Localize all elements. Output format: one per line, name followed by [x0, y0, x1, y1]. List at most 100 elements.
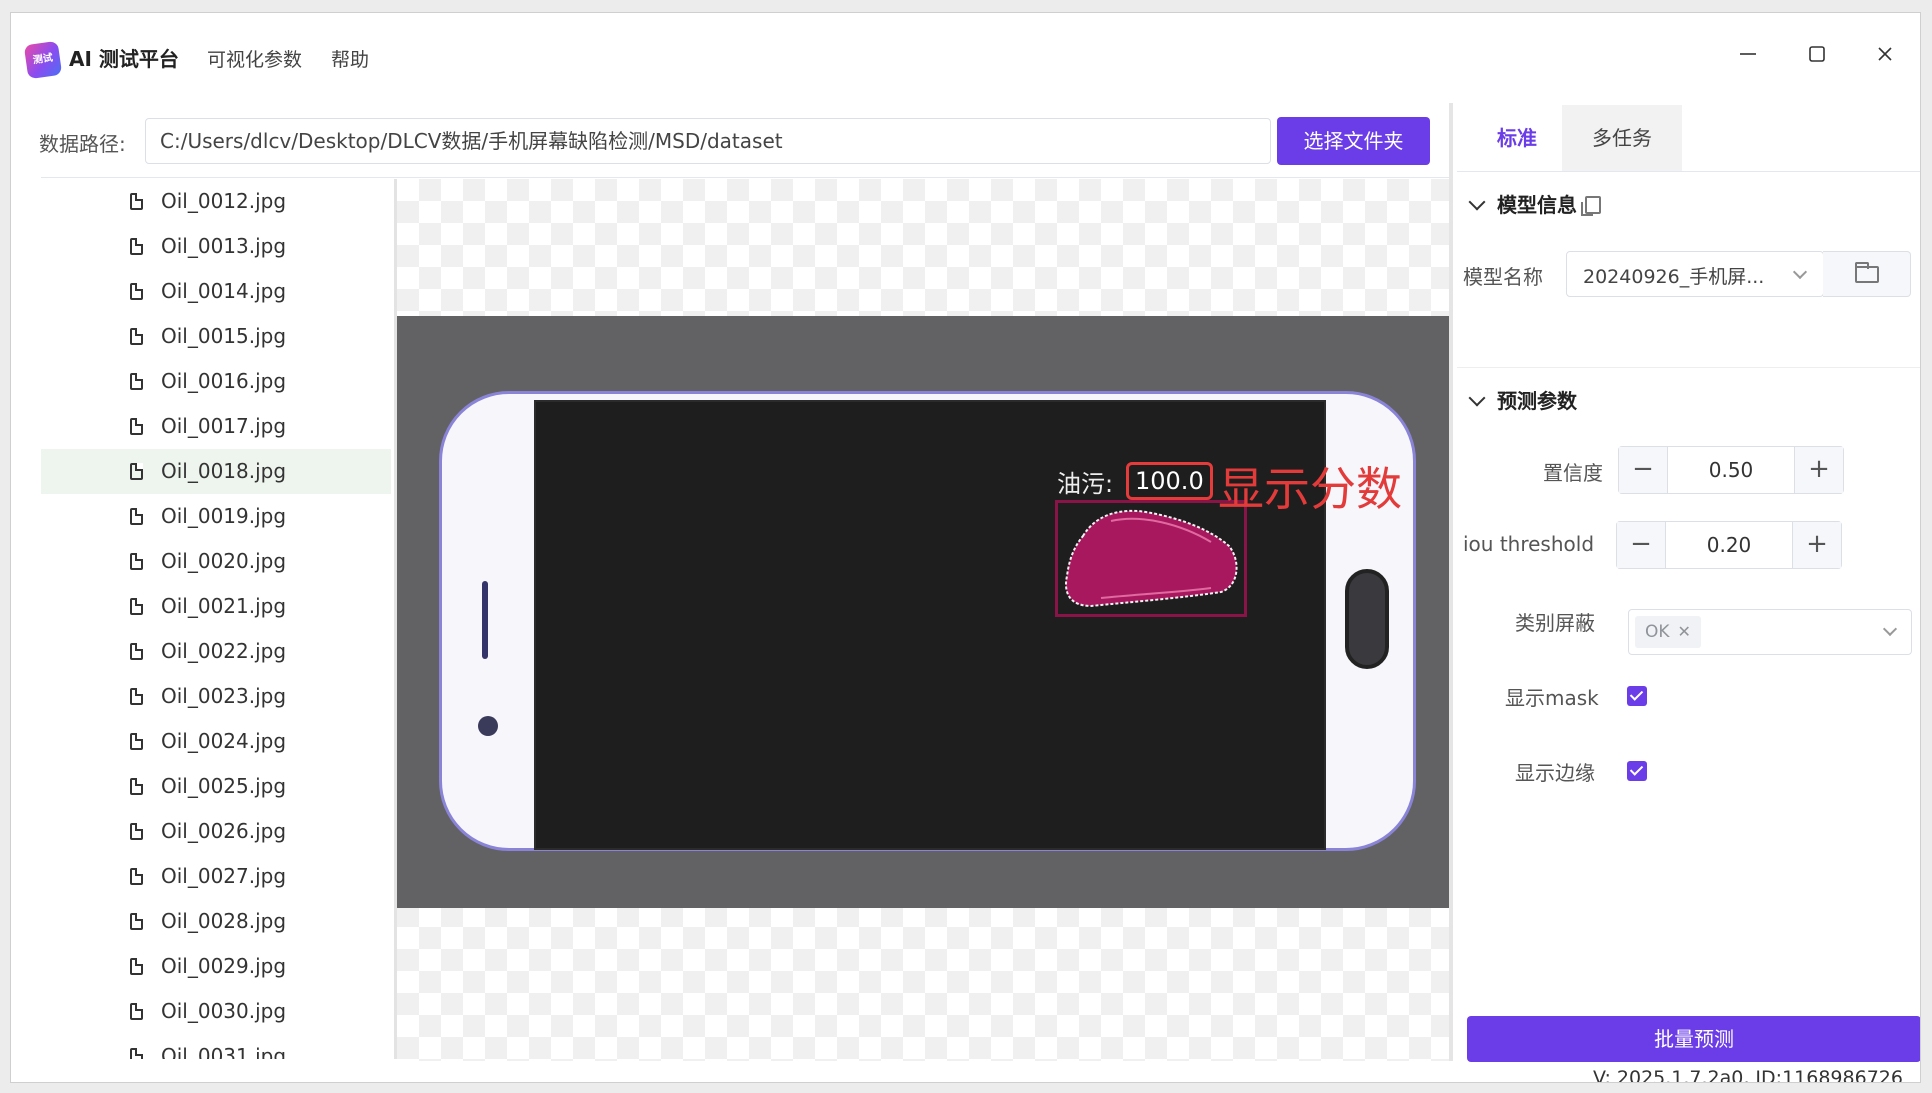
- file-icon: [130, 193, 143, 210]
- chevron-down-icon: [1792, 264, 1808, 280]
- file-list-item[interactable]: Oil_0022.jpg: [41, 629, 391, 674]
- show-mask-label: 显示mask: [1505, 686, 1599, 710]
- file-icon: [130, 688, 143, 705]
- file-name: Oil_0029.jpg: [161, 954, 287, 978]
- class-mask-label: 类别屏蔽: [1515, 611, 1595, 635]
- file-list-item[interactable]: Oil_0025.jpg: [41, 764, 391, 809]
- file-list-item[interactable]: Oil_0028.jpg: [41, 899, 391, 944]
- close-icon[interactable]: [1870, 43, 1900, 73]
- file-icon: [130, 328, 143, 345]
- select-folder-button[interactable]: 选择文件夹: [1277, 117, 1430, 165]
- increment-button[interactable]: +: [1792, 522, 1841, 568]
- open-model-button[interactable]: [1823, 251, 1911, 297]
- predict-section-header[interactable]: 预测参数: [1468, 385, 1577, 414]
- confidence-stepper[interactable]: − 0.50 +: [1618, 446, 1844, 494]
- show-mask-checkbox[interactable]: [1627, 686, 1647, 706]
- increment-button[interactable]: +: [1794, 447, 1843, 493]
- file-name: Oil_0030.jpg: [161, 999, 287, 1023]
- file-icon: [130, 238, 143, 255]
- divider: [1457, 367, 1920, 368]
- file-icon: [130, 283, 143, 300]
- app-title: AI 测试平台: [69, 47, 179, 71]
- file-name: Oil_0020.jpg: [161, 549, 287, 573]
- model-name-label: 模型名称: [1463, 265, 1543, 289]
- file-icon: [130, 868, 143, 885]
- file-list-item[interactable]: Oil_0015.jpg: [41, 314, 391, 359]
- phone-home-button: [1345, 569, 1389, 669]
- file-list-item[interactable]: Oil_0029.jpg: [41, 944, 391, 989]
- tab-multitask[interactable]: 多任务: [1562, 105, 1682, 171]
- path-input[interactable]: C:/Users/dlcv/Desktop/DLCV数据/手机屏幕缺陷检测/MS…: [145, 118, 1271, 164]
- file-list-item[interactable]: Oil_0031.jpg: [41, 1034, 391, 1059]
- file-name: Oil_0018.jpg: [161, 459, 287, 483]
- title-bar: 测试 AI 测试平台 可视化参数 帮助: [11, 13, 1920, 103]
- image-viewer[interactable]: 油污: 100.0 显示分数: [397, 179, 1449, 1061]
- file-name: Oil_0019.jpg: [161, 504, 287, 528]
- file-name: Oil_0026.jpg: [161, 819, 287, 843]
- file-list[interactable]: Oil_0012.jpg Oil_0013.jpg Oil_0014.jpg Oil_…: [41, 179, 391, 1059]
- batch-predict-button[interactable]: 批量预测: [1467, 1016, 1920, 1062]
- file-list-item[interactable]: Oil_0024.jpg: [41, 719, 391, 764]
- file-name: Oil_0031.jpg: [161, 1044, 287, 1059]
- file-name: Oil_0024.jpg: [161, 729, 287, 753]
- menu-help[interactable]: 帮助: [331, 45, 369, 72]
- folder-icon: [1855, 262, 1879, 283]
- file-icon: [130, 553, 143, 570]
- file-name: Oil_0017.jpg: [161, 414, 287, 438]
- file-name: Oil_0022.jpg: [161, 639, 287, 663]
- file-icon: [130, 508, 143, 525]
- file-list-item[interactable]: Oil_0020.jpg: [41, 539, 391, 584]
- path-label: 数据路径:: [39, 132, 126, 156]
- app-window: 测试 AI 测试平台 可视化参数 帮助 数据路径: C:/Users/dlcv/…: [10, 12, 1921, 1083]
- file-icon: [130, 823, 143, 840]
- chevron-down-icon: [1882, 621, 1898, 637]
- file-list-item[interactable]: Oil_0018.jpg: [41, 449, 391, 494]
- file-icon: [130, 733, 143, 750]
- file-list-item[interactable]: Oil_0030.jpg: [41, 989, 391, 1034]
- tab-underline: [1457, 171, 1920, 172]
- file-icon: [130, 373, 143, 390]
- iou-value[interactable]: 0.20: [1665, 522, 1793, 568]
- model-select[interactable]: 20240926_手机屏...: [1566, 251, 1824, 297]
- minimize-icon[interactable]: [1733, 43, 1763, 73]
- file-icon: [130, 778, 143, 795]
- file-name: Oil_0014.jpg: [161, 279, 287, 303]
- file-list-item[interactable]: Oil_0023.jpg: [41, 674, 391, 719]
- class-mask-select[interactable]: OK ✕: [1628, 609, 1912, 655]
- copy-icon[interactable]: [1581, 196, 1601, 216]
- annotation-text: 显示分数: [1218, 462, 1402, 516]
- file-list-item[interactable]: Oil_0019.jpg: [41, 494, 391, 539]
- file-list-item[interactable]: Oil_0021.jpg: [41, 584, 391, 629]
- class-tag: OK ✕: [1635, 616, 1701, 648]
- tab-standard[interactable]: 标准: [1457, 105, 1577, 171]
- show-edge-checkbox[interactable]: [1627, 761, 1647, 781]
- chevron-down-icon: [1468, 389, 1486, 407]
- file-list-item[interactable]: Oil_0026.jpg: [41, 809, 391, 854]
- maximize-icon[interactable]: [1802, 43, 1832, 73]
- file-list-item[interactable]: Oil_0014.jpg: [41, 269, 391, 314]
- model-select-value: 20240926_手机屏...: [1583, 266, 1765, 288]
- file-name: Oil_0028.jpg: [161, 909, 287, 933]
- file-icon: [130, 1003, 143, 1020]
- decrement-button[interactable]: −: [1617, 522, 1666, 568]
- model-section-header[interactable]: 模型信息: [1468, 189, 1601, 218]
- detection-label: 油污:: [1057, 470, 1114, 498]
- splitter-right[interactable]: [1449, 103, 1453, 1061]
- file-list-item[interactable]: Oil_0017.jpg: [41, 404, 391, 449]
- iou-label: iou threshold: [1463, 532, 1595, 556]
- show-edge-label: 显示边缘: [1515, 761, 1595, 785]
- file-list-item[interactable]: Oil_0013.jpg: [41, 224, 391, 269]
- file-list-item[interactable]: Oil_0027.jpg: [41, 854, 391, 899]
- confidence-value[interactable]: 0.50: [1667, 447, 1795, 493]
- file-icon: [130, 958, 143, 975]
- close-icon[interactable]: ✕: [1678, 622, 1691, 641]
- menu-visual-params[interactable]: 可视化参数: [207, 45, 302, 72]
- file-icon: [130, 418, 143, 435]
- file-icon: [130, 463, 143, 480]
- file-list-item[interactable]: Oil_0016.jpg: [41, 359, 391, 404]
- file-list-item[interactable]: Oil_0012.jpg: [41, 179, 391, 224]
- file-name: Oil_0013.jpg: [161, 234, 287, 258]
- file-icon: [130, 643, 143, 660]
- iou-stepper[interactable]: − 0.20 +: [1616, 521, 1842, 569]
- decrement-button[interactable]: −: [1619, 447, 1668, 493]
